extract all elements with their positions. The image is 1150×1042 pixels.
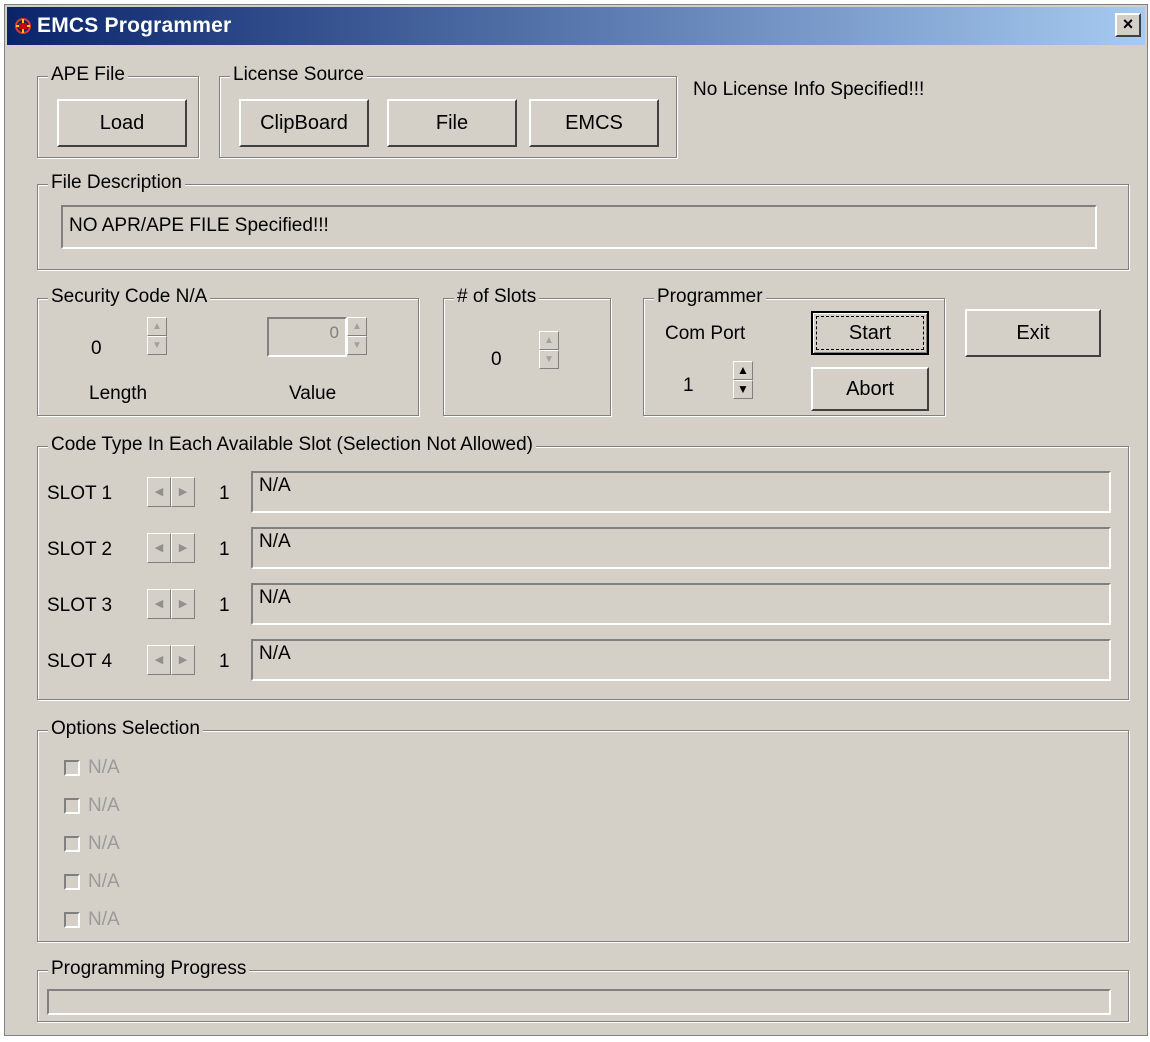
- slot-label: SLOT 3: [47, 595, 113, 616]
- chevron-left-icon[interactable]: ◀: [147, 533, 171, 563]
- option-checkbox[interactable]: N/A: [64, 795, 120, 817]
- spin-up-icon[interactable]: ▲: [147, 317, 167, 336]
- length-label: Length: [89, 383, 148, 404]
- slot-code-field: N/A: [251, 639, 1111, 681]
- spin-up-icon[interactable]: ▲: [539, 331, 559, 350]
- security-code-legend: Security Code N/A: [48, 286, 211, 308]
- checkbox-icon[interactable]: [64, 912, 80, 928]
- exit-button[interactable]: Exit: [965, 309, 1101, 357]
- ape-file-legend: APE File: [48, 64, 128, 86]
- slot-index: 1: [219, 483, 230, 504]
- com-port-label: Com Port: [665, 323, 746, 344]
- slot-label: SLOT 1: [47, 483, 113, 504]
- chevron-left-icon[interactable]: ◀: [147, 477, 171, 507]
- window-title: EMCS Programmer: [37, 14, 232, 37]
- file-button[interactable]: File: [387, 99, 517, 147]
- value-spinner[interactable]: ▲ ▼: [347, 317, 367, 355]
- programmer-legend: Programmer: [654, 286, 766, 308]
- license-source-legend: License Source: [230, 64, 367, 86]
- option-checkbox[interactable]: N/A: [64, 871, 120, 893]
- options-legend: Options Selection: [48, 718, 203, 740]
- spin-up-icon[interactable]: ▲: [733, 361, 753, 380]
- option-checkbox[interactable]: N/A: [64, 833, 120, 855]
- checkbox-icon[interactable]: [64, 836, 80, 852]
- checkbox-icon[interactable]: [64, 798, 80, 814]
- slot-stepper[interactable]: ◀ ▶: [147, 645, 195, 675]
- start-button[interactable]: Start: [811, 311, 929, 355]
- emcs-programmer-window: EMCS Programmer × APE File Load License …: [4, 4, 1148, 1036]
- slots-value: 0: [491, 349, 502, 370]
- chevron-left-icon[interactable]: ◀: [147, 589, 171, 619]
- app-logo-icon: [15, 18, 31, 34]
- chevron-right-icon[interactable]: ▶: [171, 477, 195, 507]
- com-port-value: 1: [683, 375, 694, 396]
- code-type-legend: Code Type In Each Available Slot (Select…: [48, 434, 536, 456]
- options-group: Options Selection N/A N/A N/A N/A N/A: [37, 718, 1129, 942]
- file-description-legend: File Description: [48, 172, 185, 194]
- progress-legend: Programming Progress: [48, 958, 250, 980]
- slot-label: SLOT 2: [47, 539, 113, 560]
- com-port-spinner[interactable]: ▲ ▼: [733, 361, 753, 399]
- slots-spinner[interactable]: ▲ ▼: [539, 331, 559, 369]
- slots-group: # of Slots: [443, 286, 611, 416]
- close-icon: ×: [1122, 14, 1134, 34]
- slot-code-field: N/A: [251, 583, 1111, 625]
- spin-up-icon[interactable]: ▲: [347, 317, 367, 336]
- license-status-text: No License Info Specified!!!: [693, 79, 925, 100]
- spin-down-icon[interactable]: ▼: [347, 336, 367, 355]
- option-checkbox[interactable]: N/A: [64, 909, 120, 931]
- chevron-right-icon[interactable]: ▶: [171, 645, 195, 675]
- spin-down-icon[interactable]: ▼: [733, 380, 753, 399]
- length-value: 0: [91, 338, 102, 359]
- close-button[interactable]: ×: [1115, 13, 1141, 37]
- checkbox-icon[interactable]: [64, 874, 80, 890]
- slot-index: 1: [219, 539, 230, 560]
- slot-code-field: N/A: [251, 527, 1111, 569]
- slots-legend: # of Slots: [454, 286, 540, 308]
- value-field: 0: [267, 317, 347, 357]
- slot-code-field: N/A: [251, 471, 1111, 513]
- option-label: N/A: [88, 871, 120, 892]
- file-description-field: NO APR/APE FILE Specified!!!: [61, 205, 1097, 249]
- slot-stepper[interactable]: ◀ ▶: [147, 589, 195, 619]
- slot-label: SLOT 4: [47, 651, 113, 672]
- option-label: N/A: [88, 909, 120, 930]
- abort-button[interactable]: Abort: [811, 367, 929, 411]
- slot-index: 1: [219, 595, 230, 616]
- slot-stepper[interactable]: ◀ ▶: [147, 477, 195, 507]
- spin-down-icon[interactable]: ▼: [539, 350, 559, 369]
- chevron-left-icon[interactable]: ◀: [147, 645, 171, 675]
- option-checkbox[interactable]: N/A: [64, 757, 120, 779]
- length-spinner[interactable]: ▲ ▼: [147, 317, 167, 355]
- load-button[interactable]: Load: [57, 99, 187, 147]
- emcs-button[interactable]: EMCS: [529, 99, 659, 147]
- option-label: N/A: [88, 833, 120, 854]
- slot-index: 1: [219, 651, 230, 672]
- spin-down-icon[interactable]: ▼: [147, 336, 167, 355]
- option-label: N/A: [88, 795, 120, 816]
- programming-progress-bar: [47, 989, 1111, 1015]
- chevron-right-icon[interactable]: ▶: [171, 533, 195, 563]
- chevron-right-icon[interactable]: ▶: [171, 589, 195, 619]
- clipboard-button[interactable]: ClipBoard: [239, 99, 369, 147]
- option-label: N/A: [88, 757, 120, 778]
- checkbox-icon[interactable]: [64, 760, 80, 776]
- slot-stepper[interactable]: ◀ ▶: [147, 533, 195, 563]
- value-label: Value: [289, 383, 337, 404]
- title-bar[interactable]: EMCS Programmer ×: [7, 7, 1145, 45]
